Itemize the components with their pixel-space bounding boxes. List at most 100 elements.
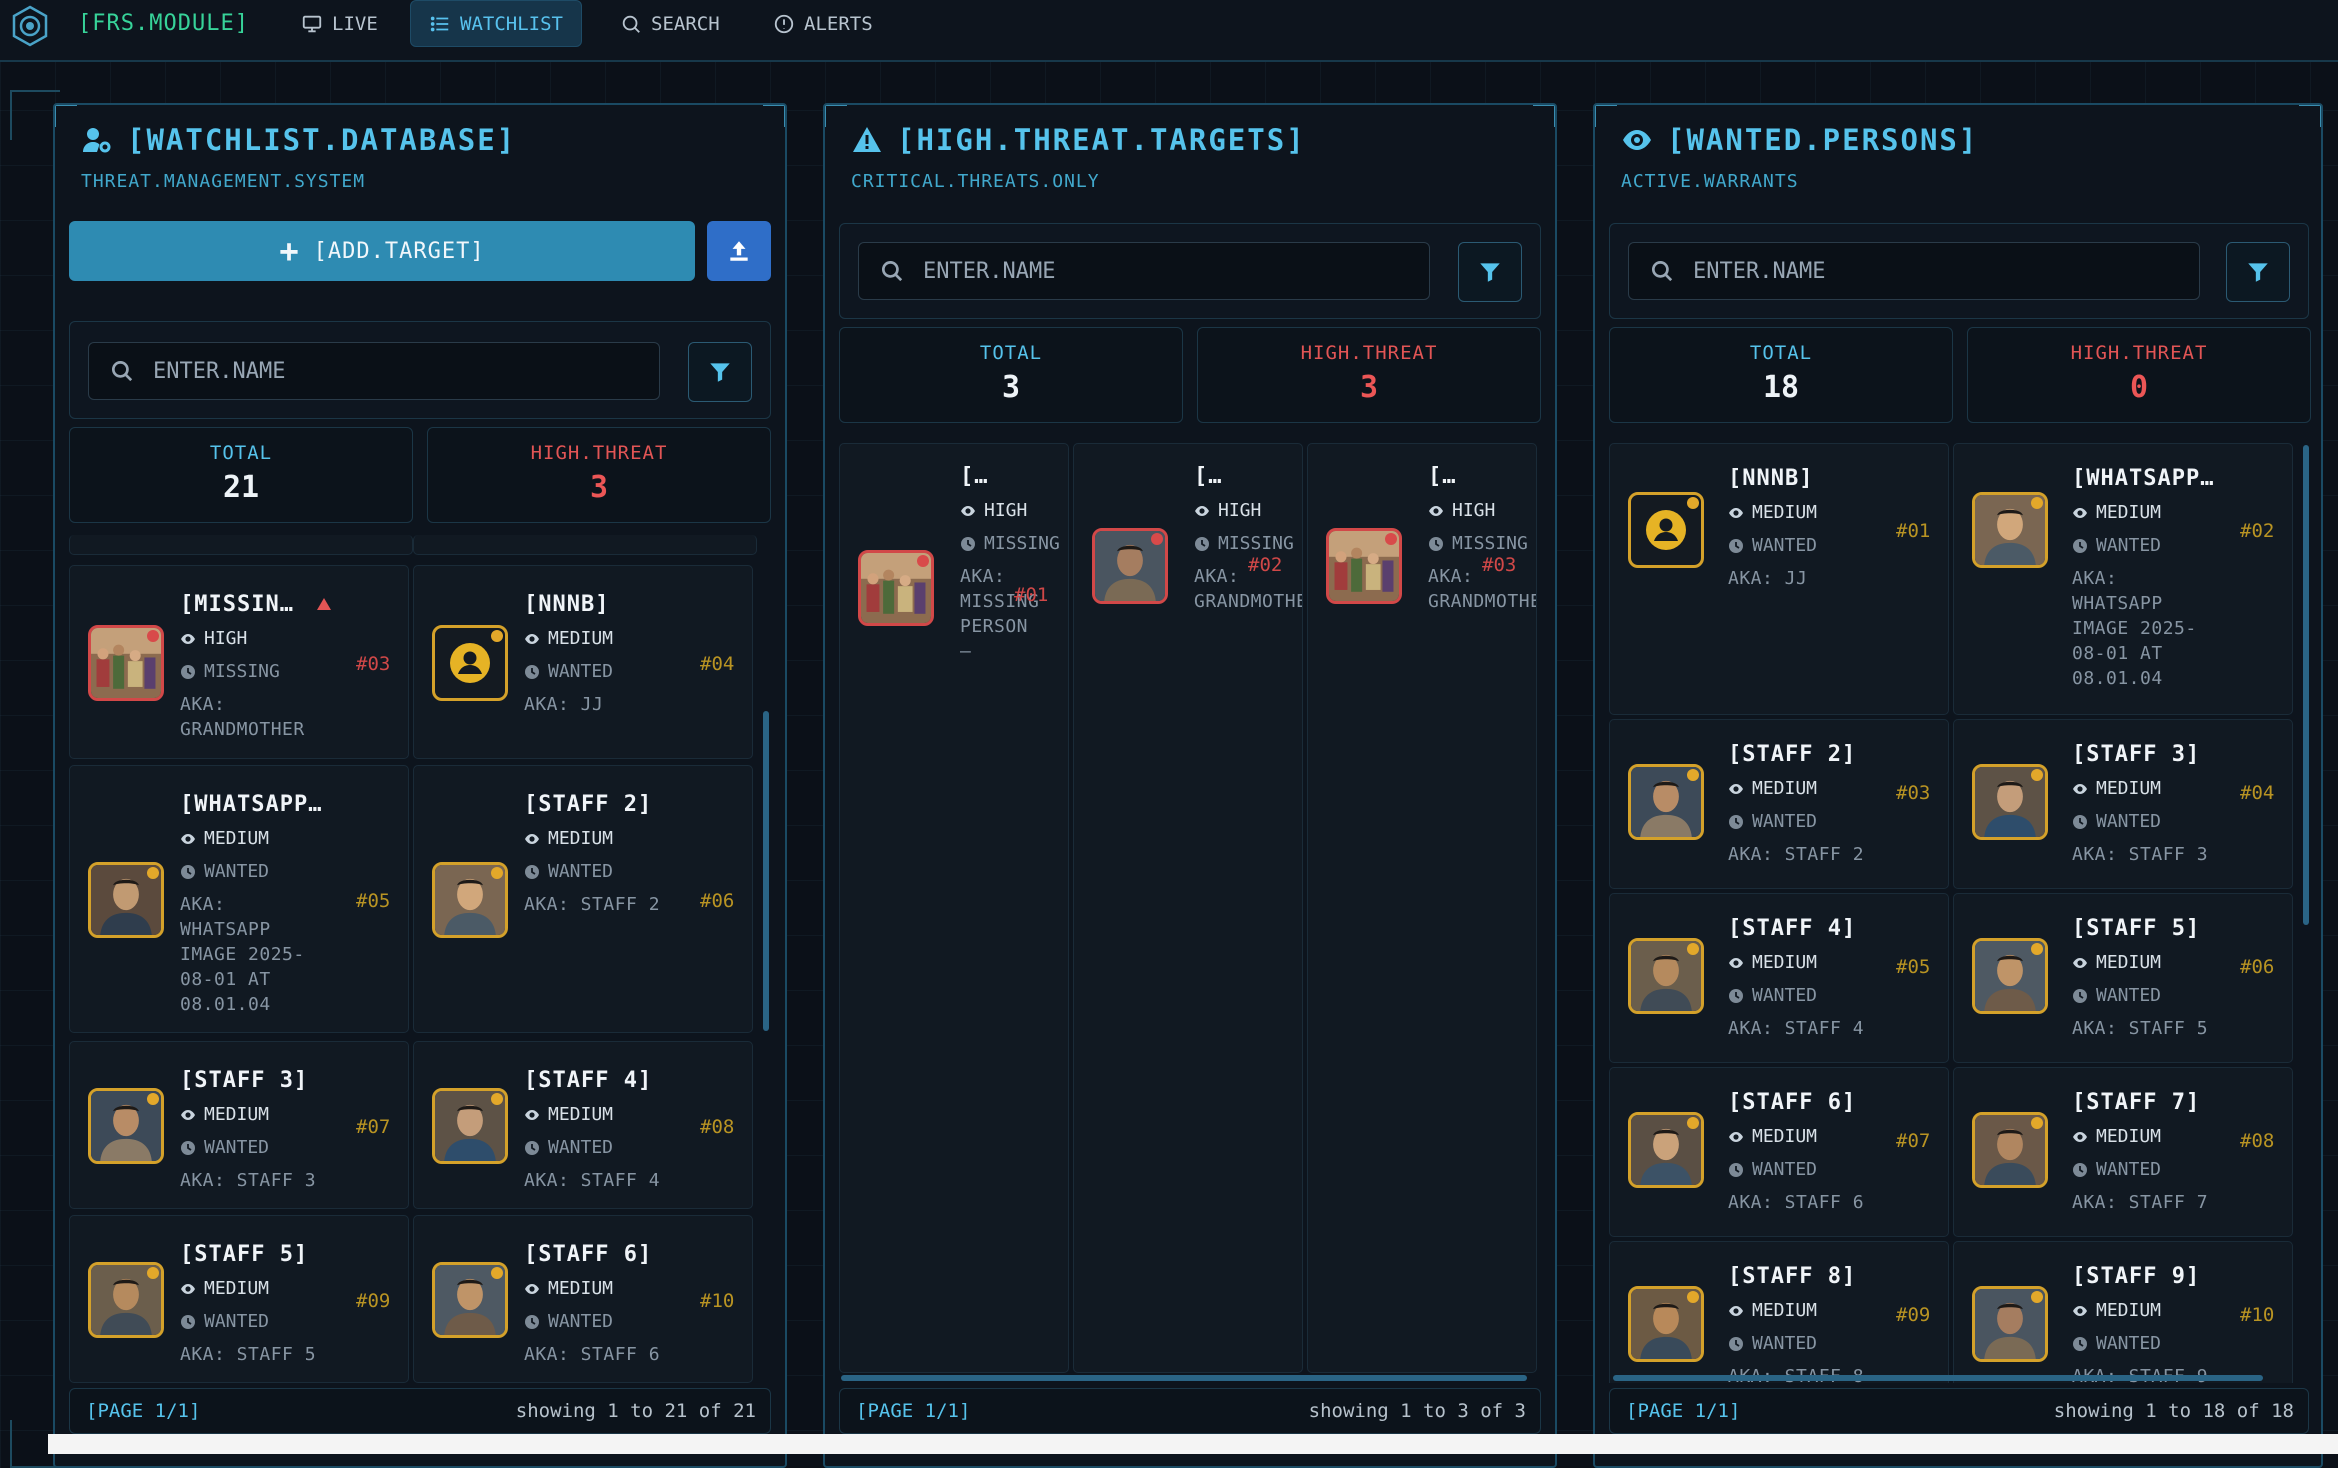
target-card[interactable]: [STAFF 6] MEDIUM WANTED AKA: STAFF 6 #10: [413, 1215, 753, 1383]
alias: AKA: STAFF 2: [1728, 844, 1865, 865]
high-threat-label: HIGH.THREAT: [530, 442, 668, 464]
target-card[interactable]: [STAFF 5] MEDIUM WANTED AKA: STAFF 5 #09: [69, 1215, 409, 1383]
target-card[interactable]: [WHATSAPP… MEDIUM WANTED AKA: WHATSAPP IMAG…: [1953, 443, 2293, 715]
target-name: […: [960, 464, 989, 489]
status-dot: [491, 630, 503, 642]
target-card[interactable]: [STAFF 2] MEDIUM WANTED AKA: STAFF 2 #06: [413, 765, 753, 1033]
nav-live[interactable]: LIVE: [283, 0, 396, 47]
nav-search[interactable]: SEARCH: [602, 0, 738, 47]
target-card[interactable]: [STAFF 6] MEDIUM WANTED AKA: STAFF 6 #07: [1609, 1067, 1949, 1237]
warning-triangle-icon: [853, 127, 881, 152]
target-number: #01: [1014, 584, 1049, 606]
target-card[interactable]: [STAFF 3] MEDIUM WANTED AKA: STAFF 3 #04: [1953, 719, 2293, 889]
target-name: [STAFF 5]: [180, 1242, 309, 1267]
target-card[interactable]: [… HIGH MISSING AKA: MISSING PERSON – #01: [839, 443, 1069, 1373]
alias: AKA: STAFF 6: [524, 1344, 661, 1365]
status-dot: [2031, 1117, 2043, 1129]
threat-level: MEDIUM: [2072, 952, 2161, 973]
alias: AKA: WHATSAPP IMAGE 2025- 08-01 AT 08.01…: [2072, 568, 2197, 689]
vertical-scrollbar[interactable]: [763, 711, 769, 1031]
showing-count: showing 1 to 21 of 21: [515, 1400, 756, 1422]
total-label: TOTAL: [1749, 342, 1813, 364]
threat-level: MEDIUM: [1728, 1300, 1817, 1321]
target-card[interactable]: [STAFF 9]MEDIUMWANTEDAKA: STAFF 9#10: [1953, 1241, 2293, 1383]
target-card[interactable]: [STAFF 5] MEDIUM WANTED AKA: STAFF 5 #06: [1953, 893, 2293, 1063]
target-name: […: [1428, 464, 1457, 489]
status-dot: [1687, 769, 1699, 781]
status-text: WANTED: [1752, 1333, 1818, 1354]
target-card[interactable]: [STAFF 3] MEDIUM WANTED AKA: STAFF 3 #07: [69, 1041, 409, 1209]
add-target-button[interactable]: + [ADD.TARGET]: [69, 221, 695, 281]
target-card[interactable]: […HIGHMISSINGAKA: GRANDMOTHER#02: [1073, 443, 1303, 1373]
avatar: [1628, 764, 1704, 840]
vertical-scrollbar[interactable]: [2303, 445, 2309, 925]
clock-icon: [525, 664, 539, 679]
eye-icon: [181, 1109, 195, 1120]
pagination-footer: [PAGE 1/1] showing 1 to 21 of 21: [69, 1388, 771, 1434]
target-card[interactable]: [STAFF 7] MEDIUM WANTED AKA: STAFF 7 #08: [1953, 1067, 2293, 1237]
threat-level-text: MEDIUM: [2096, 952, 2162, 973]
target-card[interactable]: [STAFF 4] MEDIUM WANTED AKA: STAFF 4 #08: [413, 1041, 753, 1209]
status-text: WANTED: [548, 1137, 614, 1158]
target-card[interactable]: [WHATSAPP… MEDIUM WANTED AKA: WHATSAPP IMAG…: [69, 765, 409, 1033]
horizontal-scrollbar[interactable]: [1613, 1375, 2263, 1381]
target-number: #10: [2240, 1304, 2275, 1326]
status: WANTED: [1728, 1333, 1817, 1354]
target-card[interactable]: [MISSIN… HIGH MISSING AKA: GRANDMOTHER #03: [69, 565, 409, 759]
target-card[interactable]: [STAFF 2] MEDIUM WANTED AKA: STAFF 2 #03: [1609, 719, 1949, 889]
target-card[interactable]: [69, 535, 413, 555]
status-text: WANTED: [2096, 1159, 2162, 1180]
target-card[interactable]: [413, 535, 757, 555]
threat-level: HIGH: [180, 628, 247, 649]
target-number: #03: [1896, 782, 1931, 804]
threat-level-text: MEDIUM: [204, 1278, 270, 1299]
status-dot: [147, 867, 159, 879]
high-threat-targets-panel: [HIGH.THREAT.TARGETS] CRITICAL.THREATS.O…: [823, 103, 1557, 1468]
target-card[interactable]: [NNNB] MEDIUM WANTED AKA: JJ #01: [1609, 443, 1949, 715]
filter-icon: [710, 363, 730, 382]
upload-button[interactable]: [707, 221, 771, 281]
target-card[interactable]: [… HIGH MISSING AKA: GRANDMOTHE #03: [1307, 443, 1537, 1373]
target-number: #05: [1896, 956, 1931, 978]
horizontal-scrollbar[interactable]: [841, 1375, 1527, 1381]
eye-icon: [525, 1283, 539, 1294]
target-name: […: [1194, 464, 1223, 489]
avatar: [88, 625, 164, 701]
status: MISSING: [960, 533, 1060, 554]
clock-icon: [525, 1140, 539, 1155]
nav-watchlist[interactable]: WATCHLIST: [410, 0, 582, 47]
target-name: [STAFF 4]: [524, 1068, 653, 1093]
status-dot: [491, 867, 503, 879]
threat-level: MEDIUM: [180, 1278, 269, 1299]
threat-level: MEDIUM: [2072, 1300, 2161, 1321]
panel-title-text: [WANTED.PERSONS]: [1667, 123, 1979, 157]
target-card[interactable]: [STAFF 4] MEDIUM WANTED AKA: STAFF 4 #05: [1609, 893, 1949, 1063]
status-dot: [1687, 1117, 1699, 1129]
target-number: #10: [700, 1290, 735, 1312]
clock-icon: [2073, 988, 2087, 1003]
filter-button[interactable]: [1458, 242, 1522, 302]
avatar: [1972, 764, 2048, 840]
eye-icon: [1195, 505, 1209, 516]
clock-icon: [1729, 814, 1743, 829]
threat-level-text: MEDIUM: [2096, 1126, 2162, 1147]
clock-icon: [1429, 536, 1443, 551]
search-input[interactable]: ENTER.NAME: [858, 242, 1430, 300]
search-input[interactable]: ENTER.NAME: [88, 342, 660, 400]
alias: AKA: STAFF 5: [2072, 1018, 2209, 1039]
status-text: WANTED: [204, 861, 270, 882]
target-card[interactable]: [NNNB] MEDIUM WANTED AKA: JJ #04: [413, 565, 753, 759]
nav-alerts[interactable]: ALERTS: [755, 0, 891, 47]
target-name: [STAFF 6]: [524, 1242, 653, 1267]
status-text: WANTED: [204, 1137, 270, 1158]
filter-button[interactable]: [688, 342, 752, 402]
search-input[interactable]: ENTER.NAME: [1628, 242, 2200, 300]
user-placeholder-icon: [450, 643, 490, 683]
search-icon: [881, 260, 903, 282]
target-card[interactable]: [STAFF 8]MEDIUMWANTEDAKA: STAFF 8#09: [1609, 1241, 1949, 1383]
status-text: MISSING: [1452, 533, 1528, 554]
target-number: #04: [700, 653, 735, 675]
avatar: [1972, 1112, 2048, 1188]
target-number: #08: [2240, 1130, 2275, 1152]
filter-button[interactable]: [2226, 242, 2290, 302]
